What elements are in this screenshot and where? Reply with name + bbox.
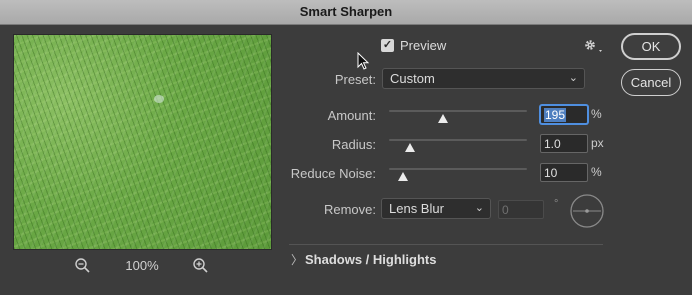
window-title: Smart Sharpen <box>299 4 393 19</box>
remove-value: Lens Blur <box>389 201 444 216</box>
smart-sharpen-dialog: 100% ✓ Preview OK Cancel Preset: Custom … <box>0 25 692 295</box>
amount-slider[interactable] <box>389 107 527 125</box>
reduce-noise-label: Reduce Noise: <box>290 166 376 181</box>
preview-toggle[interactable]: ✓ Preview <box>381 38 446 53</box>
zoom-in-icon[interactable] <box>192 257 210 275</box>
angle-unit: ° <box>554 198 559 210</box>
amount-unit: % <box>591 107 602 121</box>
zoom-level: 100% <box>125 258 159 273</box>
reduce-noise-unit: % <box>591 165 602 179</box>
gear-icon[interactable] <box>583 38 605 54</box>
preset-dropdown[interactable]: Custom ⌄ <box>382 68 585 89</box>
section-divider <box>289 244 603 245</box>
radius-input[interactable]: 1.0 <box>540 134 588 153</box>
zoom-out-icon[interactable] <box>74 257 92 275</box>
chevron-down-icon: ⌄ <box>568 72 578 84</box>
preview-label: Preview <box>400 38 447 53</box>
angle-dial-icon[interactable] <box>569 193 605 229</box>
preset-label: Preset: <box>334 72 376 87</box>
amount-slider-track <box>389 110 527 112</box>
angle-input[interactable]: 0 <box>498 200 544 219</box>
checkmark-icon: ✓ <box>382 39 393 51</box>
radius-unit: px <box>591 136 604 150</box>
preview-image[interactable] <box>13 34 272 250</box>
title-bar: Smart Sharpen <box>0 0 692 25</box>
amount-value: 195 <box>544 108 567 122</box>
reduce-noise-slider-track <box>389 168 527 170</box>
amount-input[interactable]: 195 <box>540 105 588 124</box>
cancel-button[interactable]: Cancel <box>621 69 681 96</box>
chevron-down-icon: ⌄ <box>474 202 484 214</box>
radius-slider-thumb[interactable] <box>404 143 415 152</box>
amount-label: Amount: <box>327 108 376 123</box>
remove-label: Remove: <box>323 202 376 217</box>
radius-label: Radius: <box>331 137 376 152</box>
remove-dropdown[interactable]: Lens Blur ⌄ <box>381 198 491 219</box>
shadows-highlights-toggle[interactable]: 〉 Shadows / Highlights <box>291 251 436 268</box>
ok-button[interactable]: OK <box>621 33 681 60</box>
reduce-noise-slider[interactable] <box>389 165 527 183</box>
zoom-controls: 100% <box>70 257 220 275</box>
preview-checkbox[interactable]: ✓ <box>381 39 394 52</box>
radius-slider-track <box>389 139 527 141</box>
reduce-noise-slider-thumb[interactable] <box>397 172 408 181</box>
reduce-noise-input[interactable]: 10 <box>540 163 588 182</box>
shadows-highlights-label: Shadows / Highlights <box>305 252 437 267</box>
amount-slider-thumb[interactable] <box>437 114 448 123</box>
radius-slider[interactable] <box>389 136 527 154</box>
chevron-right-icon: 〉 <box>291 253 304 267</box>
arrow-cursor-icon <box>357 52 370 70</box>
preset-value: Custom <box>390 71 435 86</box>
